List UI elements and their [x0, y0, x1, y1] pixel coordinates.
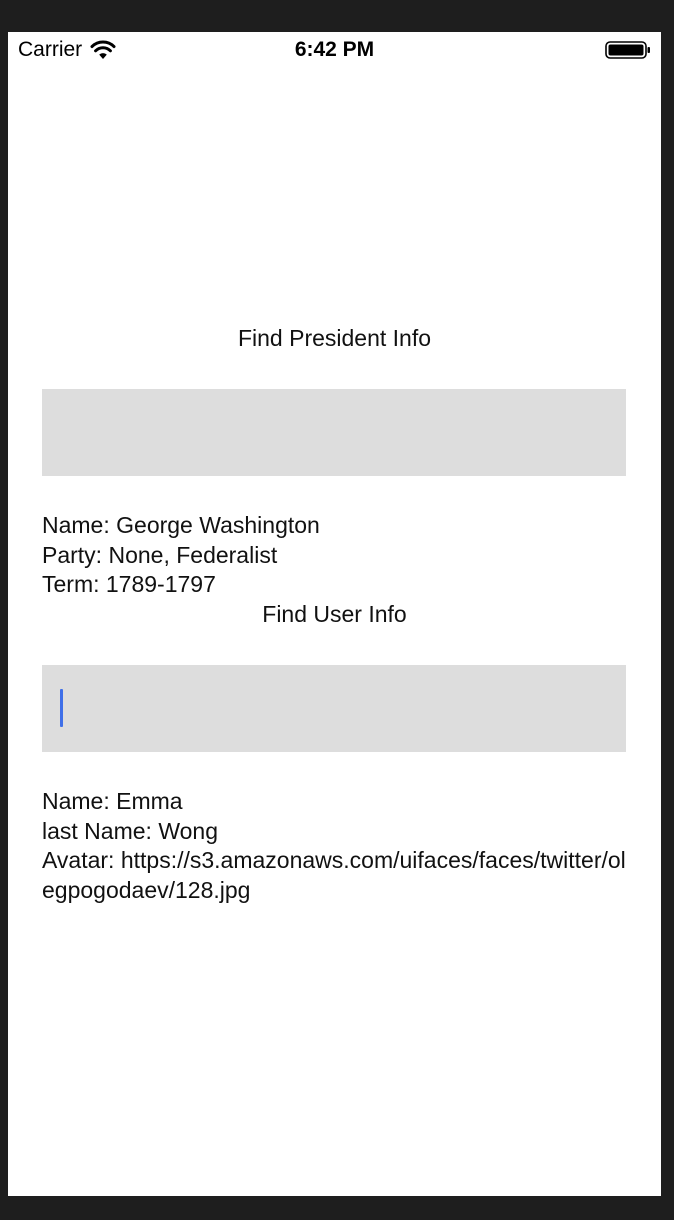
- user-last-name: last Name: Wong: [42, 817, 218, 844]
- text-cursor: [60, 689, 63, 727]
- battery-icon: [605, 41, 650, 59]
- status-bar: Carrier 6:42 PM: [8, 32, 661, 68]
- status-time: 6:42 PM: [294, 38, 375, 61]
- app-screen: Carrier 6:42 PM Find President Info Name…: [8, 32, 661, 1196]
- president-name: Name: George Washington: [42, 512, 320, 538]
- president-search-input[interactable]: [42, 389, 626, 476]
- president-section-title: Find President Info: [237, 325, 432, 351]
- user-info: Name: Emma last Name: Wong Avatar: https…: [42, 787, 626, 905]
- user-avatar-url: Avatar: https://s3.amazonaws.com/uifaces…: [42, 847, 626, 903]
- president-party: Party: None, Federalist: [42, 541, 278, 568]
- user-name: Name: Emma: [42, 788, 183, 814]
- user-search-input[interactable]: [42, 665, 626, 752]
- president-term: Term: 1789-1797: [42, 571, 216, 597]
- user-section-title: Find User Info: [262, 601, 407, 627]
- president-info: Name: George Washington Party: None, Fed…: [42, 511, 626, 600]
